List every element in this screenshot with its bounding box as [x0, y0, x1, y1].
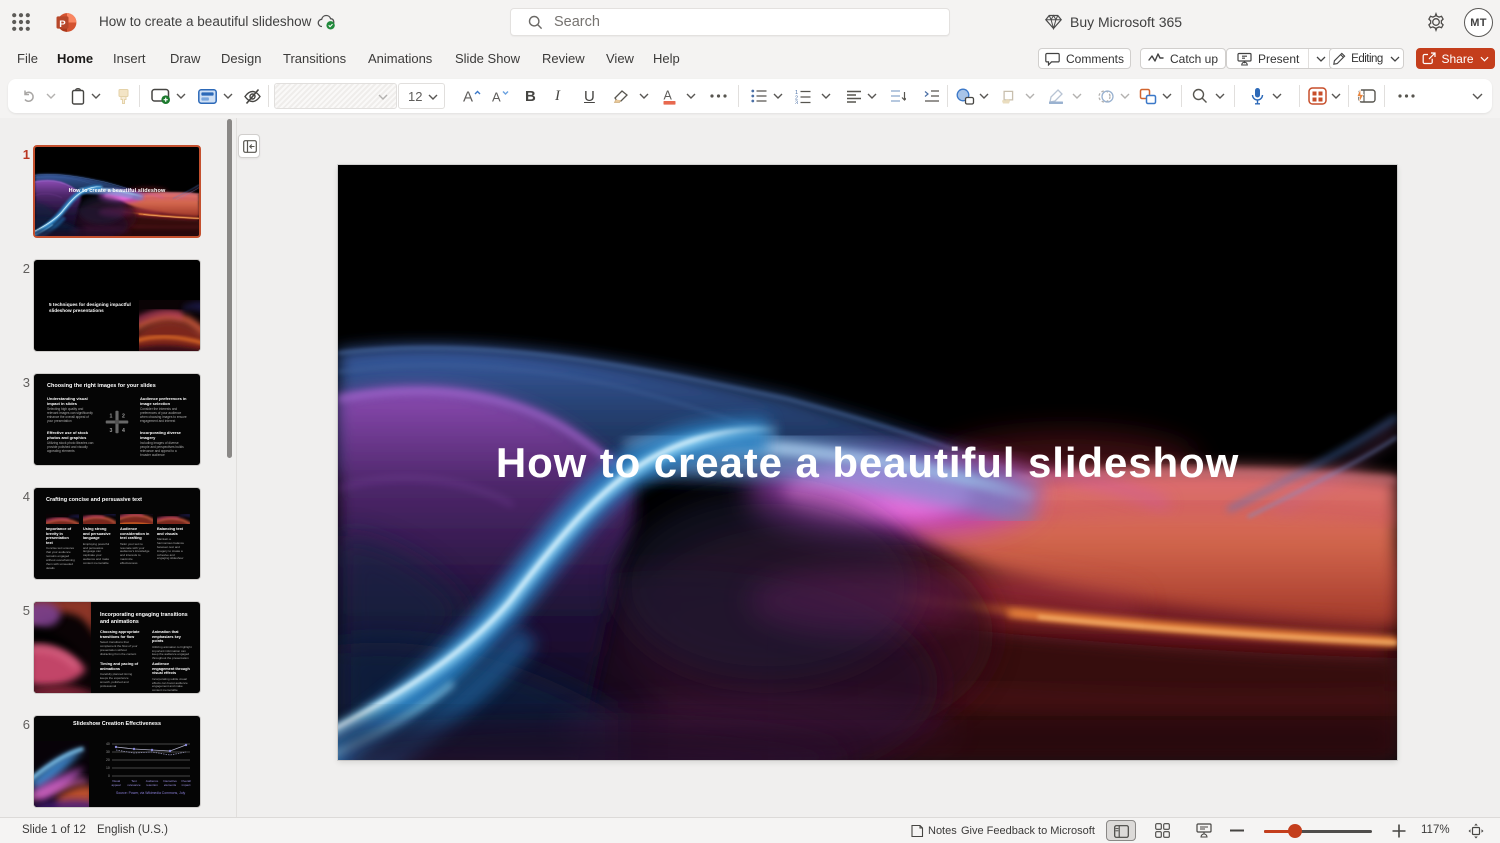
svg-text:40: 40	[106, 742, 110, 746]
svg-text:P: P	[59, 19, 66, 30]
svg-text:10: 10	[106, 766, 110, 770]
svg-text:0: 0	[108, 774, 110, 778]
svg-text:A: A	[463, 89, 473, 105]
svg-text:A: A	[492, 90, 501, 105]
svg-text:2: 2	[122, 414, 125, 420]
svg-text:20: 20	[106, 758, 110, 762]
svg-text:4: 4	[122, 428, 125, 434]
svg-text:3: 3	[795, 100, 798, 104]
svg-text:A: A	[664, 88, 673, 102]
svg-text:appeal: appeal	[111, 783, 120, 787]
svg-text:30: 30	[106, 750, 110, 754]
svg-text:Source: Power, via Wikimedia C: Source: Power, via Wikimedia Commons, Ju…	[116, 791, 185, 795]
svg-text:3: 3	[109, 428, 112, 434]
svg-text:1: 1	[109, 414, 112, 420]
svg-text:retention: retention	[146, 783, 158, 787]
svg-text:relevance: relevance	[127, 783, 140, 787]
svg-text:impact: impact	[182, 783, 191, 787]
svg-text:elements: elements	[164, 783, 177, 787]
